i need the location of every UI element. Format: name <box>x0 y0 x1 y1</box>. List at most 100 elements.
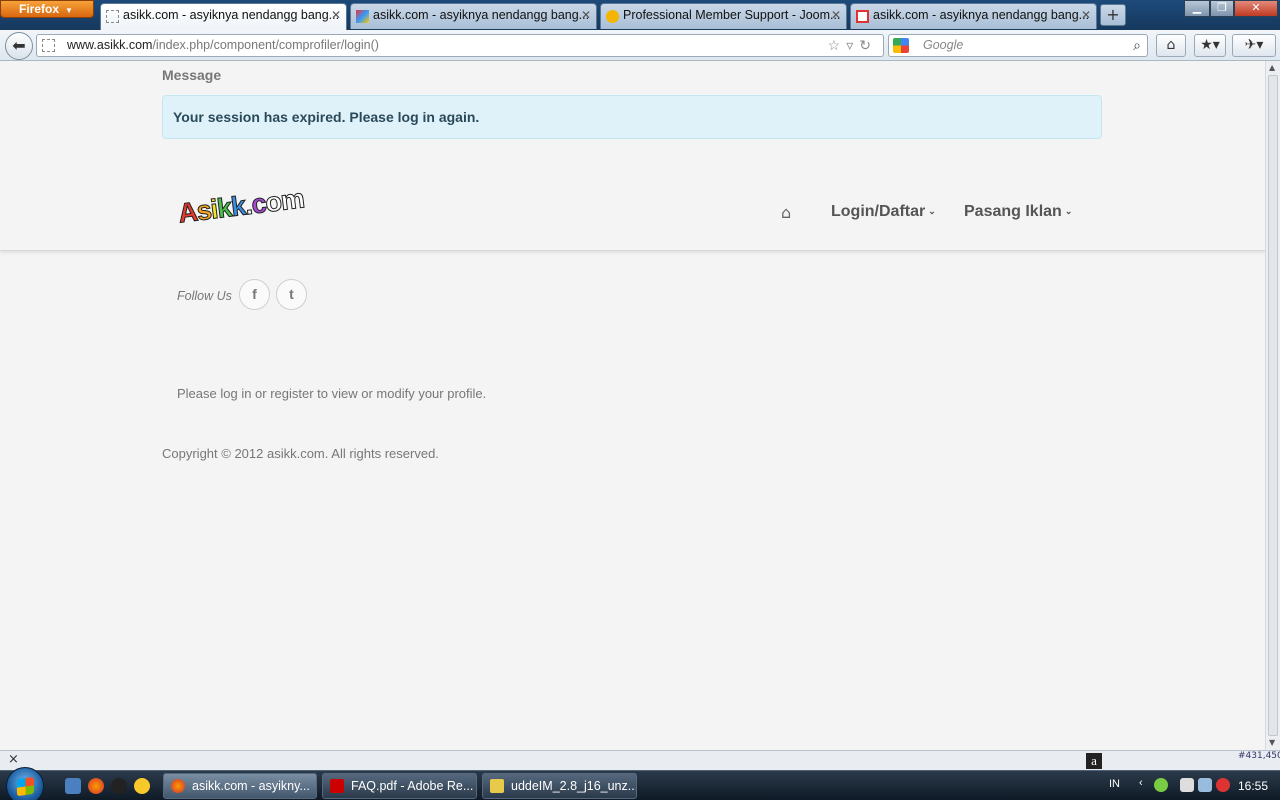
start-button[interactable] <box>6 767 44 800</box>
minimize-button[interactable]: ▁ <box>1184 0 1210 17</box>
site-identity-icon[interactable] <box>42 39 55 52</box>
nav-login-label: Login/Daftar <box>831 203 926 220</box>
messenger-icon[interactable] <box>134 778 150 794</box>
firefox-menu-label: Firefox <box>19 2 60 16</box>
gmail-icon <box>856 10 869 23</box>
scroll-down-icon[interactable]: ▼ <box>1269 738 1275 747</box>
scroll-up-icon[interactable]: ▲ <box>1269 63 1275 72</box>
copyright-text: Copyright © 2012 asikk.com. All rights r… <box>162 446 439 461</box>
site-logo[interactable]: Asikk.com <box>176 183 306 229</box>
vertical-scrollbar[interactable]: ▲ ▼ <box>1265 61 1280 750</box>
facebook-icon: f <box>252 286 257 302</box>
minimize-icon: ▁ <box>1192 1 1202 14</box>
blank-page-icon <box>106 10 119 23</box>
taskbar-item-adobe[interactable]: FAQ.pdf - Adobe Re... <box>322 773 477 799</box>
clock[interactable]: 16:55 <box>1238 779 1268 793</box>
tab-title: asikk.com - asyiknya nendangg bang... <box>873 8 1090 22</box>
follow-us-label: Follow Us <box>177 289 232 303</box>
close-addon-bar-icon[interactable]: × <box>8 752 19 767</box>
archive-icon <box>490 779 504 793</box>
nav-pasang-iklan[interactable]: Pasang Iklan ⌄ <box>964 203 1072 221</box>
firefox-icon <box>171 779 185 793</box>
reload-icon[interactable]: ↻ <box>859 37 877 53</box>
show-desktop-icon[interactable] <box>65 778 81 794</box>
taskbar-item-folder[interactable]: uddeIM_2.8_j16_unz... <box>482 773 637 799</box>
web-page: Message Your session has expired. Please… <box>0 61 1265 750</box>
close-icon[interactable]: ✕ <box>331 4 341 27</box>
bookmark-star-icon[interactable]: ☆ <box>828 37 847 53</box>
home-icon: ⌂ <box>1166 37 1176 53</box>
taskbar-item-firefox[interactable]: asikk.com - asyikny... <box>163 773 317 799</box>
url-bar[interactable]: www.asikk.com/index.php/component/compro… <box>36 34 884 57</box>
task-label: asikk.com - asyikny... <box>192 779 310 793</box>
maximize-button[interactable]: ❐ <box>1210 0 1234 17</box>
session-expired-alert: Your session has expired. Please log in … <box>162 95 1102 139</box>
plus-icon: + <box>1106 5 1120 24</box>
google-icon[interactable] <box>893 38 909 53</box>
joomla-icon <box>356 10 369 23</box>
close-icon[interactable]: ✕ <box>1081 4 1091 27</box>
browser-tab-bar: Firefox ▼ asikk.com - asyiknya nendangg b… <box>0 0 1280 30</box>
search-placeholder: Google <box>923 38 964 52</box>
search-icon[interactable]: ⌕ <box>1133 35 1141 56</box>
message-heading: Message <box>162 67 222 83</box>
url-path: /index.php/component/comprofiler/login() <box>152 38 379 52</box>
pdf-icon <box>330 779 344 793</box>
nav-login-daftar[interactable]: Login/Daftar ⌄ <box>831 203 936 221</box>
twitter-button[interactable]: t <box>276 279 307 310</box>
windows-logo-icon <box>17 776 34 797</box>
chevron-down-icon: ▼ <box>65 6 73 15</box>
back-button[interactable]: ⬅ <box>5 32 33 60</box>
browser-tab-4[interactable]: asikk.com - asyiknya nendangg bang... ✕ <box>850 3 1097 29</box>
addon-button[interactable]: ✈▾ <box>1232 34 1276 57</box>
new-tab-button[interactable]: + <box>1100 4 1126 26</box>
scrollbar-thumb[interactable] <box>1268 75 1278 736</box>
windows-taskbar: asikk.com - asyikny... FAQ.pdf - Adobe R… <box>0 767 1280 800</box>
firefox-icon[interactable] <box>88 778 104 794</box>
site-header: Asikk.com ⌂ Login/Daftar ⌄ Pasang Iklan ⌄ <box>0 167 1265 251</box>
alert-text: Your session has expired. Please log in … <box>173 109 480 125</box>
bookmarks-icon: ★▾ <box>1200 37 1220 53</box>
addon-bar: × a #431,450 <box>0 750 1280 770</box>
tab-title: Professional Member Support - Joom... <box>623 8 841 22</box>
close-icon[interactable]: ✕ <box>581 4 591 27</box>
browser-nav-bar: ⬅ www.asikk.com/index.php/component/comp… <box>0 30 1280 61</box>
tab-title: asikk.com - asyiknya nendangg bang... <box>123 8 340 22</box>
restore-icon: ❐ <box>1217 1 1227 14</box>
device-tray-icon[interactable] <box>1180 778 1194 792</box>
close-icon: ✕ <box>1251 1 1261 14</box>
dropdown-icon[interactable]: ▿ <box>846 37 859 53</box>
addon-icon: ✈▾ <box>1244 37 1264 53</box>
network-tray-icon[interactable] <box>1154 778 1168 792</box>
volume-icon[interactable] <box>1216 778 1230 792</box>
browser-tab-1[interactable]: asikk.com - asyiknya nendangg bang... ✕ <box>100 3 347 30</box>
twitter-icon: t <box>289 286 294 302</box>
browser-tab-3[interactable]: Professional Member Support - Joom... ✕ <box>600 3 847 29</box>
language-indicator[interactable]: IN <box>1109 778 1120 790</box>
support-icon <box>606 10 619 23</box>
chevron-down-icon: ⌄ <box>928 206 936 216</box>
task-label: FAQ.pdf - Adobe Re... <box>351 779 474 793</box>
login-prompt-text: Please log in or register to view or mod… <box>177 386 487 401</box>
window-close-button[interactable]: ✕ <box>1234 0 1278 17</box>
firefox-menu-button[interactable]: Firefox ▼ <box>0 0 94 18</box>
nav-pasang-label: Pasang Iklan <box>964 203 1062 220</box>
alexa-icon[interactable]: a <box>1086 753 1102 769</box>
task-label: uddeIM_2.8_j16_unz... <box>511 779 637 793</box>
arrow-left-icon: ⬅ <box>12 36 26 55</box>
nav-home-link[interactable]: ⌂ <box>781 203 791 222</box>
facebook-button[interactable]: f <box>239 279 270 310</box>
monitor-tray-icon[interactable] <box>1198 778 1212 792</box>
browser-tab-2[interactable]: asikk.com - asyiknya nendangg bang... ✕ <box>350 3 597 29</box>
bookmarks-button[interactable]: ★▾ <box>1194 34 1226 57</box>
home-button[interactable]: ⌂ <box>1156 34 1186 57</box>
qq-icon[interactable] <box>111 778 127 794</box>
search-input[interactable]: Google ⌕ <box>888 34 1148 57</box>
url-host: www.asikk.com <box>67 38 153 52</box>
chevron-down-icon: ⌄ <box>1064 206 1073 216</box>
close-icon[interactable]: ✕ <box>831 4 841 27</box>
show-hidden-icons[interactable]: ‹ <box>1139 777 1143 789</box>
alexa-rank: #431,450 <box>1238 751 1280 761</box>
tab-title: asikk.com - asyiknya nendangg bang... <box>373 8 590 22</box>
home-icon: ⌂ <box>781 203 792 222</box>
